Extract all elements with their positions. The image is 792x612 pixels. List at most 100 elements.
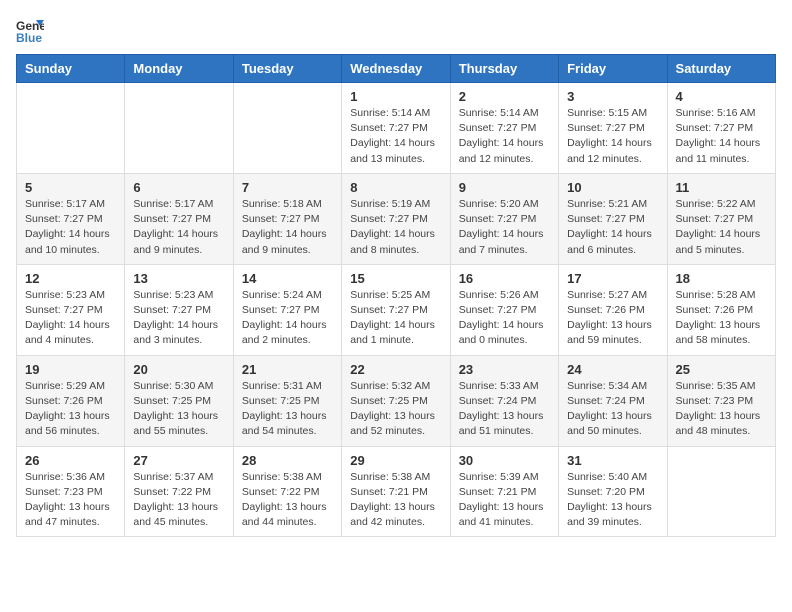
day-cell: 6Sunrise: 5:17 AM Sunset: 7:27 PM Daylig… — [125, 173, 233, 264]
day-info: Sunrise: 5:35 AM Sunset: 7:23 PM Dayligh… — [676, 379, 767, 440]
day-cell: 10Sunrise: 5:21 AM Sunset: 7:27 PM Dayli… — [559, 173, 667, 264]
header-saturday: Saturday — [667, 55, 775, 83]
week-row-5: 26 Sunrise: 5:36 AM Sunset: 7:23 PM Dayli… — [17, 446, 776, 537]
header-monday: Monday — [125, 55, 233, 83]
day-cell: 18Sunrise: 5:28 AM Sunset: 7:26 PM Dayli… — [667, 264, 775, 355]
day-cell: 17 Sunrise: 5:27 AM Sunset: 7:26 PM Dayli… — [559, 264, 667, 355]
day-cell — [233, 83, 341, 174]
day-number: 9 — [459, 180, 550, 195]
day-info: Sunrise: 5:17 AM Sunset: 7:27 PM Dayligh… — [25, 197, 116, 258]
day-number: 28 — [242, 453, 333, 468]
day-cell: 29 Sunrise: 5:38 AM Sunset: 7:21 PM Dayli… — [342, 446, 450, 537]
week-row-2: 5 Sunrise: 5:17 AM Sunset: 7:27 PM Daylig… — [17, 173, 776, 264]
day-info: Sunrise: 5:22 AM Sunset: 7:27 PM Dayligh… — [676, 197, 767, 258]
day-number: 1 — [350, 89, 441, 104]
day-cell: 30 Sunrise: 5:39 AM Sunset: 7:21 PM Dayli… — [450, 446, 558, 537]
day-info: Sunrise: 5:39 AM Sunset: 7:21 PM Dayligh… — [459, 470, 550, 531]
header-sunday: Sunday — [17, 55, 125, 83]
header-wednesday: Wednesday — [342, 55, 450, 83]
day-number: 13 — [133, 271, 224, 286]
day-info: Sunrise: 5:25 AM Sunset: 7:27 PM Dayligh… — [350, 288, 441, 349]
day-info: Sunrise: 5:23 AM Sunset: 7:27 PM Dayligh… — [25, 288, 116, 349]
day-cell: 7 Sunrise: 5:18 AM Sunset: 7:27 PM Daylig… — [233, 173, 341, 264]
day-number: 29 — [350, 453, 441, 468]
header-tuesday: Tuesday — [233, 55, 341, 83]
day-info: Sunrise: 5:38 AM Sunset: 7:21 PM Dayligh… — [350, 470, 441, 531]
day-cell: 8 Sunrise: 5:19 AM Sunset: 7:27 PM Daylig… — [342, 173, 450, 264]
day-cell: 3Sunrise: 5:15 AM Sunset: 7:27 PM Daylig… — [559, 83, 667, 174]
day-number: 8 — [350, 180, 441, 195]
day-cell — [667, 446, 775, 537]
day-cell: 9 Sunrise: 5:20 AM Sunset: 7:27 PM Daylig… — [450, 173, 558, 264]
day-cell: 15 Sunrise: 5:25 AM Sunset: 7:27 PM Dayli… — [342, 264, 450, 355]
day-cell: 16 Sunrise: 5:26 AM Sunset: 7:27 PM Dayli… — [450, 264, 558, 355]
day-number: 10 — [567, 180, 658, 195]
day-cell: 5 Sunrise: 5:17 AM Sunset: 7:27 PM Daylig… — [17, 173, 125, 264]
day-cell: 2 Sunrise: 5:14 AM Sunset: 7:27 PM Daylig… — [450, 83, 558, 174]
day-cell: 14 Sunrise: 5:24 AM Sunset: 7:27 PM Dayli… — [233, 264, 341, 355]
day-number: 20 — [133, 362, 224, 377]
day-info: Sunrise: 5:36 AM Sunset: 7:23 PM Dayligh… — [25, 470, 116, 531]
day-cell: 26 Sunrise: 5:36 AM Sunset: 7:23 PM Dayli… — [17, 446, 125, 537]
day-info: Sunrise: 5:17 AM Sunset: 7:27 PM Dayligh… — [133, 197, 224, 258]
day-info: Sunrise: 5:38 AM Sunset: 7:22 PM Dayligh… — [242, 470, 333, 531]
day-cell: 23Sunrise: 5:33 AM Sunset: 7:24 PM Dayli… — [450, 355, 558, 446]
day-info: Sunrise: 5:29 AM Sunset: 7:26 PM Dayligh… — [25, 379, 116, 440]
header-row: SundayMondayTuesdayWednesdayThursdayFrid… — [17, 55, 776, 83]
day-info: Sunrise: 5:15 AM Sunset: 7:27 PM Dayligh… — [567, 106, 658, 167]
day-number: 18 — [676, 271, 767, 286]
day-cell: 12Sunrise: 5:23 AM Sunset: 7:27 PM Dayli… — [17, 264, 125, 355]
day-info: Sunrise: 5:18 AM Sunset: 7:27 PM Dayligh… — [242, 197, 333, 258]
day-number: 7 — [242, 180, 333, 195]
day-info: Sunrise: 5:26 AM Sunset: 7:27 PM Dayligh… — [459, 288, 550, 349]
day-cell: 1 Sunrise: 5:14 AM Sunset: 7:27 PM Daylig… — [342, 83, 450, 174]
day-cell: 4 Sunrise: 5:16 AM Sunset: 7:27 PM Daylig… — [667, 83, 775, 174]
day-cell: 28 Sunrise: 5:38 AM Sunset: 7:22 PM Dayli… — [233, 446, 341, 537]
day-number: 5 — [25, 180, 116, 195]
day-cell — [125, 83, 233, 174]
day-number: 23 — [459, 362, 550, 377]
calendar-table: SundayMondayTuesdayWednesdayThursdayFrid… — [16, 54, 776, 537]
day-number: 2 — [459, 89, 550, 104]
day-info: Sunrise: 5:27 AM Sunset: 7:26 PM Dayligh… — [567, 288, 658, 349]
logo-icon: General Blue — [16, 16, 44, 44]
logo: General Blue — [16, 16, 48, 44]
header-friday: Friday — [559, 55, 667, 83]
day-cell: 13 Sunrise: 5:23 AM Sunset: 7:27 PM Dayli… — [125, 264, 233, 355]
header-thursday: Thursday — [450, 55, 558, 83]
day-cell: 24Sunrise: 5:34 AM Sunset: 7:24 PM Dayli… — [559, 355, 667, 446]
week-row-3: 12Sunrise: 5:23 AM Sunset: 7:27 PM Dayli… — [17, 264, 776, 355]
day-info: Sunrise: 5:20 AM Sunset: 7:27 PM Dayligh… — [459, 197, 550, 258]
day-number: 11 — [676, 180, 767, 195]
day-number: 14 — [242, 271, 333, 286]
day-cell: 31 Sunrise: 5:40 AM Sunset: 7:20 PM Dayli… — [559, 446, 667, 537]
day-number: 30 — [459, 453, 550, 468]
day-info: Sunrise: 5:23 AM Sunset: 7:27 PM Dayligh… — [133, 288, 224, 349]
day-cell: 22Sunrise: 5:32 AM Sunset: 7:25 PM Dayli… — [342, 355, 450, 446]
day-info: Sunrise: 5:40 AM Sunset: 7:20 PM Dayligh… — [567, 470, 658, 531]
day-info: Sunrise: 5:19 AM Sunset: 7:27 PM Dayligh… — [350, 197, 441, 258]
day-cell: 19 Sunrise: 5:29 AM Sunset: 7:26 PM Dayli… — [17, 355, 125, 446]
day-info: Sunrise: 5:14 AM Sunset: 7:27 PM Dayligh… — [459, 106, 550, 167]
week-row-1: 1 Sunrise: 5:14 AM Sunset: 7:27 PM Daylig… — [17, 83, 776, 174]
day-number: 15 — [350, 271, 441, 286]
page-header: General Blue — [16, 16, 776, 44]
day-number: 16 — [459, 271, 550, 286]
day-info: Sunrise: 5:31 AM Sunset: 7:25 PM Dayligh… — [242, 379, 333, 440]
day-number: 31 — [567, 453, 658, 468]
day-number: 4 — [676, 89, 767, 104]
day-number: 24 — [567, 362, 658, 377]
day-info: Sunrise: 5:14 AM Sunset: 7:27 PM Dayligh… — [350, 106, 441, 167]
day-number: 21 — [242, 362, 333, 377]
day-cell: 20Sunrise: 5:30 AM Sunset: 7:25 PM Dayli… — [125, 355, 233, 446]
day-number: 26 — [25, 453, 116, 468]
day-number: 17 — [567, 271, 658, 286]
day-number: 19 — [25, 362, 116, 377]
week-row-4: 19 Sunrise: 5:29 AM Sunset: 7:26 PM Dayli… — [17, 355, 776, 446]
day-number: 27 — [133, 453, 224, 468]
day-info: Sunrise: 5:16 AM Sunset: 7:27 PM Dayligh… — [676, 106, 767, 167]
day-info: Sunrise: 5:24 AM Sunset: 7:27 PM Dayligh… — [242, 288, 333, 349]
day-cell — [17, 83, 125, 174]
svg-text:Blue: Blue — [16, 31, 42, 44]
day-info: Sunrise: 5:32 AM Sunset: 7:25 PM Dayligh… — [350, 379, 441, 440]
